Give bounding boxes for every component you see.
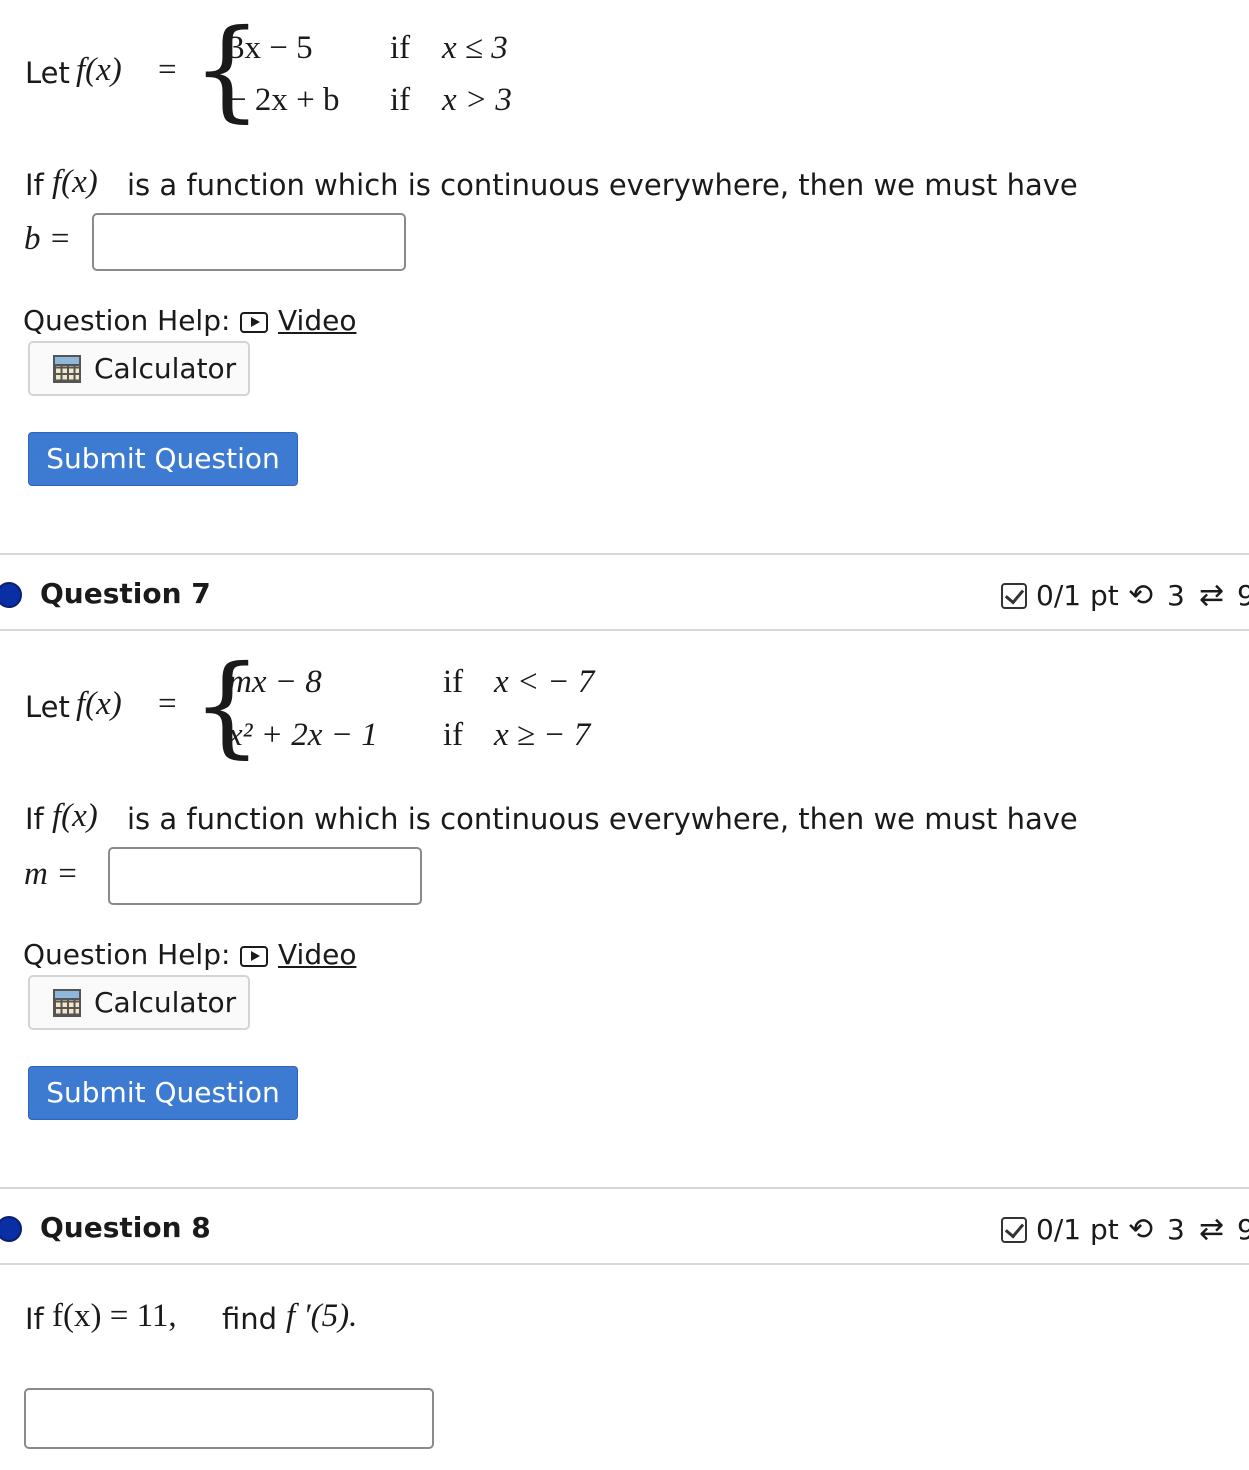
score-label: 0/1 pt: [1036, 1213, 1119, 1246]
case-2-expression: − 2x + b: [228, 82, 340, 118]
video-play-icon: [240, 312, 268, 333]
prompt-derivative: f ′(5).: [286, 1298, 358, 1334]
status-dot-icon: [0, 582, 22, 608]
prompt-prefix: If: [25, 1302, 44, 1336]
calculator-button[interactable]: Calculator: [28, 975, 250, 1030]
equals-sign: =: [158, 686, 177, 722]
repeat-icon: ⇄: [1199, 578, 1225, 613]
retry-icon: ⟲: [1128, 1212, 1154, 1247]
retry-icon: ⟲: [1128, 578, 1154, 613]
question-divider: [0, 553, 1249, 555]
score-label: 0/1 pt: [1036, 579, 1119, 612]
case-1-expression: mx − 8: [228, 664, 322, 700]
equals-sign: =: [158, 52, 177, 88]
video-link[interactable]: Video: [240, 938, 360, 974]
calculator-icon: [53, 355, 81, 383]
answer-input[interactable]: [92, 213, 406, 271]
prompt-math: f(x) = 11,: [52, 1298, 177, 1334]
case-1-if: if: [390, 30, 411, 66]
video-link-label: Video: [278, 938, 357, 971]
attempts-count: 9: [1237, 1213, 1249, 1246]
question-divider: [0, 1187, 1249, 1189]
question-divider: [0, 1263, 1249, 1265]
case-2-expression: x² + 2x − 1: [228, 717, 378, 753]
calculator-label: Calculator: [94, 352, 237, 385]
prompt-text: is a function which is continuous everyw…: [127, 802, 1078, 836]
attempts-count: 9: [1237, 579, 1249, 612]
question-title: Question 8: [40, 1211, 211, 1244]
checkbox-icon: [1001, 1217, 1027, 1243]
calculator-button[interactable]: Calculator: [28, 341, 250, 396]
calculator-label: Calculator: [94, 986, 237, 1019]
prompt-text: is a function which is continuous everyw…: [127, 168, 1078, 202]
case-1-condition: x < − 7: [494, 664, 595, 700]
case-1-if: if: [443, 664, 464, 700]
checkbox-icon: [1001, 583, 1027, 609]
calculator-icon: [53, 989, 81, 1017]
video-play-icon: [240, 946, 268, 967]
case-1-expression: 3x − 5: [228, 30, 313, 66]
function-name: f(x): [76, 686, 122, 722]
case-2-if: if: [443, 717, 464, 753]
answer-label: b =: [24, 221, 72, 257]
repeat-icon: ⇄: [1199, 1212, 1225, 1247]
case-1-condition: x ≤ 3: [442, 30, 508, 66]
question-help-label: Question Help:: [23, 938, 231, 971]
status-dot-icon: [0, 1216, 22, 1242]
case-2-condition: x ≥ − 7: [494, 717, 591, 753]
prompt-prefix: If: [25, 802, 44, 836]
question-divider: [0, 629, 1249, 631]
video-link-label: Video: [278, 304, 357, 337]
video-link[interactable]: Video: [240, 304, 360, 340]
answer-input[interactable]: [108, 847, 422, 905]
case-2-if: if: [390, 82, 411, 118]
answer-input[interactable]: [24, 1388, 434, 1449]
answer-label: m =: [24, 856, 79, 892]
prompt-find: find: [222, 1302, 278, 1336]
question-title: Question 7: [40, 577, 211, 610]
definition-prefix: Let: [25, 56, 70, 90]
prompt-function: f(x): [52, 164, 98, 200]
case-2-condition: x > 3: [442, 82, 512, 118]
function-name: f(x): [76, 52, 122, 88]
definition-prefix: Let: [25, 690, 70, 724]
question-help-label: Question Help:: [23, 304, 231, 337]
submit-question-button[interactable]: Submit Question: [28, 432, 298, 486]
prompt-prefix: If: [25, 168, 44, 202]
prompt-function: f(x): [52, 798, 98, 834]
retries-count: 3: [1167, 579, 1185, 612]
retries-count: 3: [1167, 1213, 1185, 1246]
submit-question-button[interactable]: Submit Question: [28, 1066, 298, 1120]
